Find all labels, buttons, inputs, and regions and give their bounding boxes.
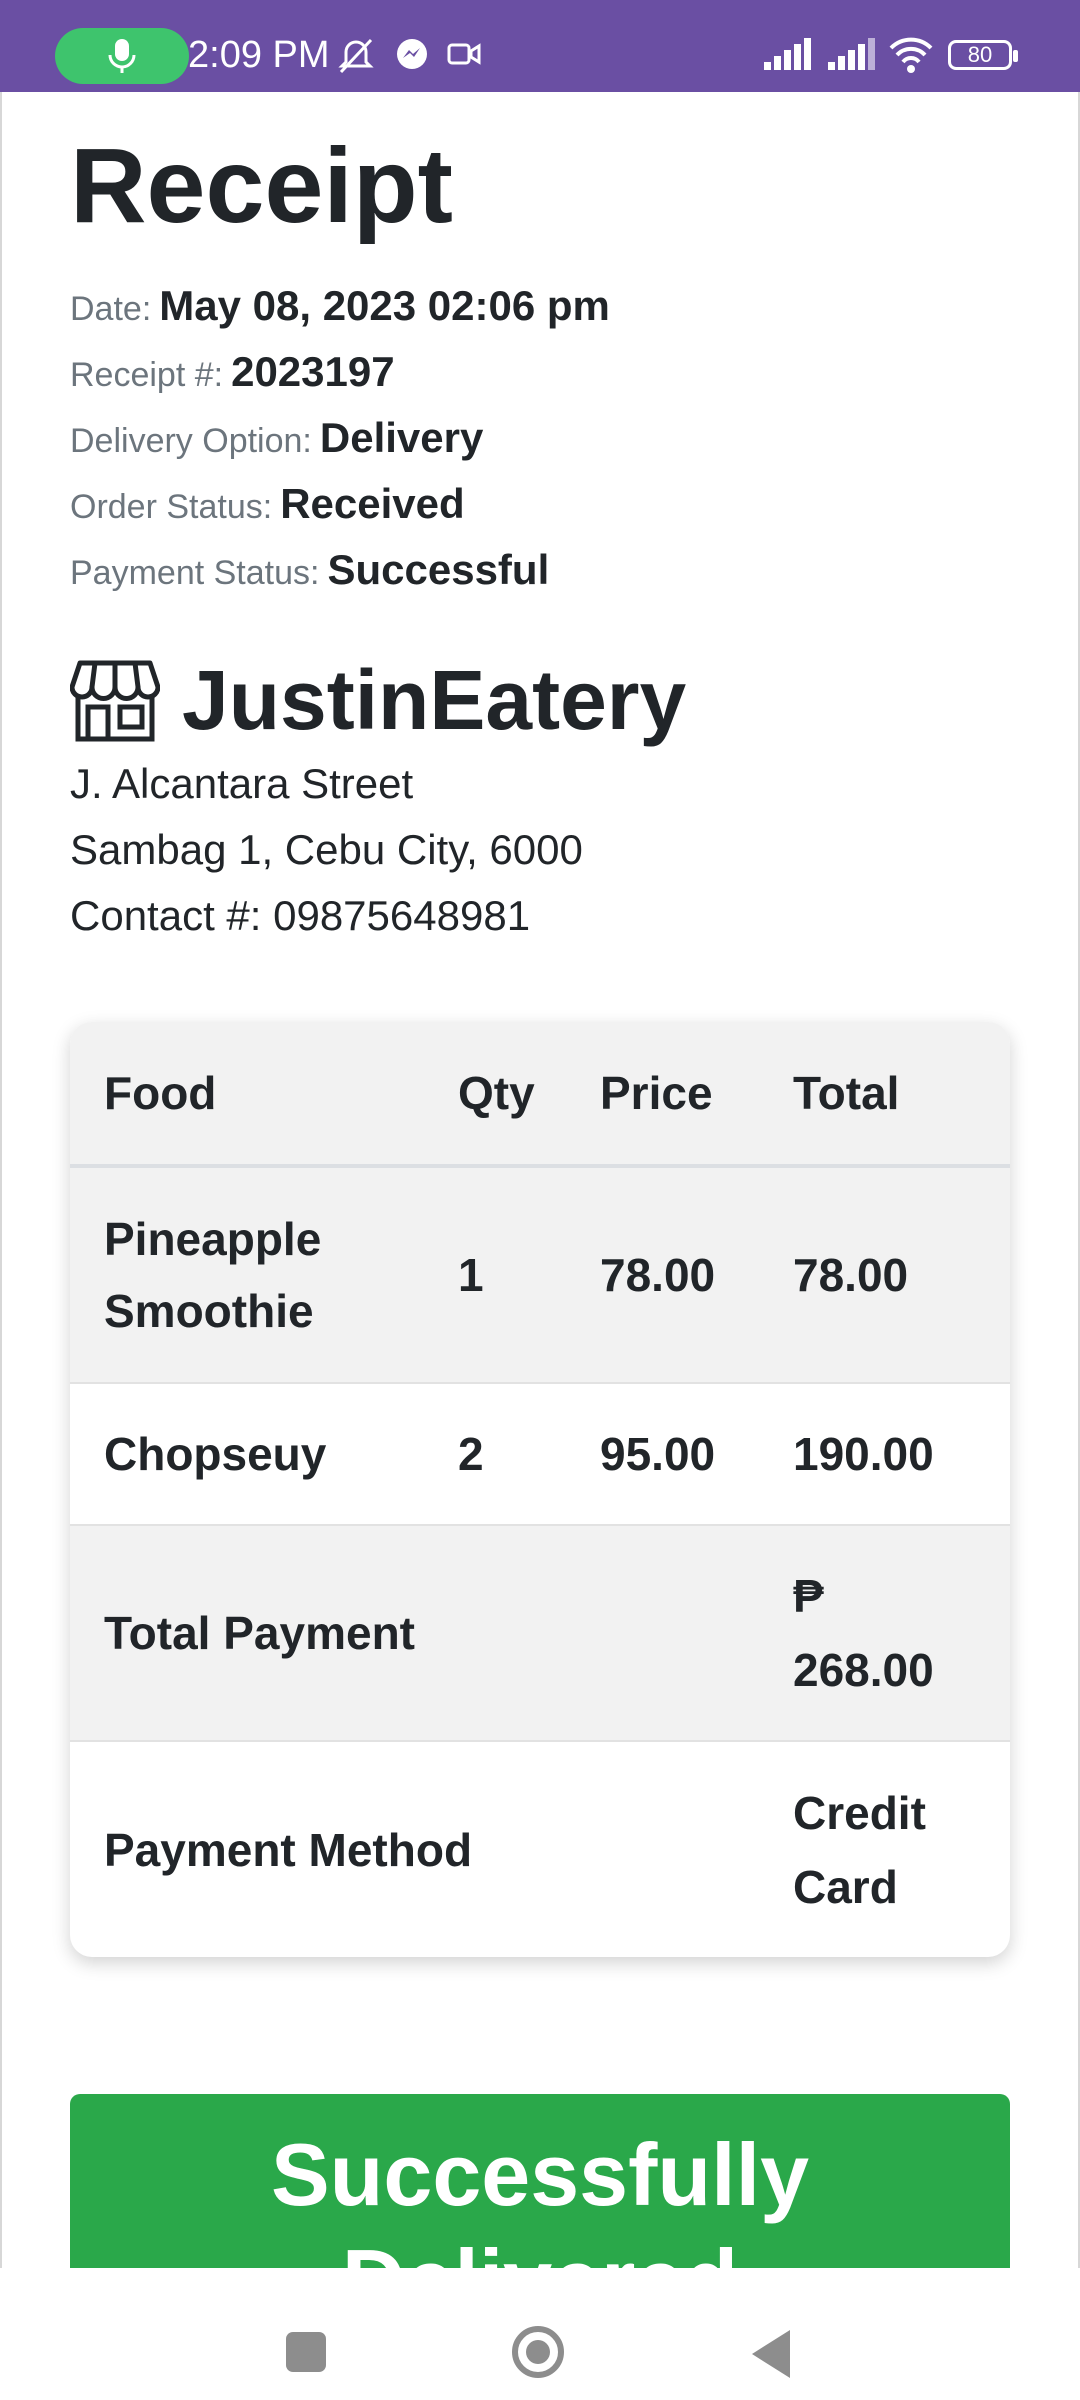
status-bar: 2:09 PM 80 xyxy=(0,0,1080,92)
row-food: Pineapple Smoothie xyxy=(104,1213,322,1337)
receipt-number-label: Receipt #: xyxy=(70,356,224,394)
store-icon xyxy=(70,660,160,741)
payment-method-label: Payment Method xyxy=(104,1823,473,1876)
row-qty: 1 xyxy=(458,1249,484,1301)
row-food: Chopseuy xyxy=(104,1428,327,1480)
row-total: 78.00 xyxy=(793,1249,909,1301)
row-total: 190.00 xyxy=(793,1428,934,1480)
row-price: 78.00 xyxy=(600,1249,716,1301)
receipt-number-value: 2023197 xyxy=(231,348,395,395)
order-status-value: Received xyxy=(280,480,465,527)
total-payment-amount: ₱ 268.00 xyxy=(793,1559,934,1707)
store-address-line2: Sambag 1, Cebu City, 6000 xyxy=(70,826,583,873)
store-header: JustinEatery xyxy=(70,652,686,749)
total-payment-label: Total Payment xyxy=(104,1607,415,1659)
date-value: May 08, 2023 02:06 pm xyxy=(159,282,610,329)
recent-apps-icon[interactable] xyxy=(286,2332,326,2372)
page-title: Receipt xyxy=(70,127,453,245)
payment-status: Payment Status: Successful xyxy=(70,546,549,594)
delivery-option-value: Delivery xyxy=(319,414,484,461)
order-status: Order Status: Received xyxy=(70,480,465,528)
battery-icon: 80 xyxy=(948,40,1018,70)
receipt-page: Receipt Date: May 08, 2023 02:06 pm Recei… xyxy=(0,92,1080,2268)
mic-indicator[interactable] xyxy=(55,28,189,84)
delivery-status-button[interactable]: Successfully Delivered xyxy=(70,2094,1010,2268)
table-header: Food Qty Price Total xyxy=(70,1022,1010,1164)
table-row: Pineapple Smoothie 1 78.00 78.00 xyxy=(70,1168,1010,1382)
navigation-bar xyxy=(0,2268,1080,2400)
delivery-option-label: Delivery Option: xyxy=(70,422,312,460)
payment-method-row: Payment Method Credit Card xyxy=(70,1742,1010,1957)
header-total: Total xyxy=(793,1067,900,1119)
home-icon[interactable] xyxy=(512,2326,564,2378)
header-qty: Qty xyxy=(458,1067,535,1119)
delivery-option: Delivery Option: Delivery xyxy=(70,414,483,462)
total-payment-row: Total Payment ₱ 268.00 xyxy=(70,1526,1010,1740)
store-address-line1: J. Alcantara Street xyxy=(70,760,414,807)
signal-icon xyxy=(828,38,875,70)
page-border-left xyxy=(0,92,2,2268)
video-icon xyxy=(447,43,481,65)
table-row: Chopseuy 2 95.00 190.00 xyxy=(70,1384,1010,1524)
store-contact: Contact #: 09875648981 xyxy=(70,892,531,939)
receipt-number: Receipt #: 2023197 xyxy=(70,348,395,396)
microphone-icon xyxy=(108,39,136,73)
total-payment-value: 268.00 xyxy=(793,1644,934,1696)
date-label: Date: xyxy=(70,290,152,328)
receipt-date: Date: May 08, 2023 02:06 pm xyxy=(70,282,610,330)
messenger-icon xyxy=(397,39,427,69)
wifi-icon xyxy=(889,37,933,73)
currency-symbol: ₱ xyxy=(793,1570,824,1622)
payment-status-label: Payment Status: xyxy=(70,554,320,592)
payment-method-value: Credit Card xyxy=(793,1786,926,1913)
store-name: JustinEatery xyxy=(182,653,687,747)
status-time: 2:09 PM xyxy=(188,34,330,76)
order-table: Food Qty Price Total Pineapple Smoothie … xyxy=(70,1022,1010,1957)
order-status-label: Order Status: xyxy=(70,488,273,526)
header-food: Food xyxy=(104,1067,217,1119)
row-qty: 2 xyxy=(458,1428,484,1480)
mute-icon xyxy=(338,38,374,74)
back-icon[interactable] xyxy=(752,2330,790,2378)
payment-status-value: Successful xyxy=(327,546,550,593)
signal-icon xyxy=(764,38,811,70)
header-price: Price xyxy=(600,1067,713,1119)
row-price: 95.00 xyxy=(600,1428,716,1480)
